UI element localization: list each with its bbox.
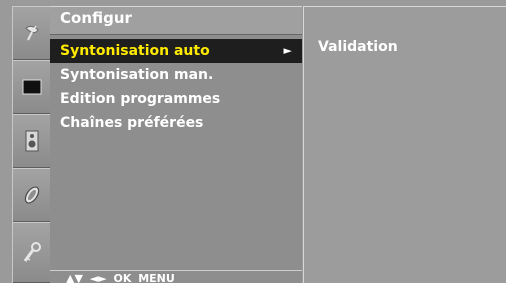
submenu-panel: Validation [303, 6, 506, 283]
tab-setup[interactable] [13, 6, 50, 60]
submenu-arrow-icon: ► [283, 44, 292, 57]
menu-category-sidebar [12, 6, 51, 283]
osd-menu: Configur Syntonisation auto ► Syntonisat… [0, 0, 506, 285]
menu-title: Configur [50, 6, 302, 35]
speaker-icon [25, 130, 39, 152]
submenu-item-validation[interactable]: Validation [318, 39, 398, 55]
menu-item-label: Syntonisation auto [60, 43, 210, 59]
menu-item-label: Syntonisation man. [60, 67, 214, 83]
menu-item-syntonisation-auto[interactable]: Syntonisation auto ► [50, 39, 302, 63]
menu-item-label: Chaînes préférées [60, 115, 204, 131]
menu-item-label: Edition programmes [60, 91, 221, 107]
option-key-icon [21, 241, 43, 265]
tab-time[interactable] [13, 168, 50, 222]
antenna-icon [21, 22, 43, 44]
tab-picture[interactable] [13, 60, 50, 114]
time-icon [21, 184, 43, 206]
navigation-hint: ▲▼ ◄► OK MENU [50, 270, 302, 285]
main-menu-panel: Configur Syntonisation auto ► Syntonisat… [50, 6, 302, 285]
tab-option[interactable] [13, 222, 50, 283]
menu-item-syntonisation-man[interactable]: Syntonisation man. [50, 63, 302, 87]
menu-item-chaines-preferees[interactable]: Chaînes préférées [50, 111, 302, 135]
picture-icon [22, 79, 42, 95]
menu-item-edition-programmes[interactable]: Edition programmes [50, 87, 302, 111]
tab-audio[interactable] [13, 114, 50, 168]
menu-list: Syntonisation auto ► Syntonisation man. … [50, 39, 302, 135]
